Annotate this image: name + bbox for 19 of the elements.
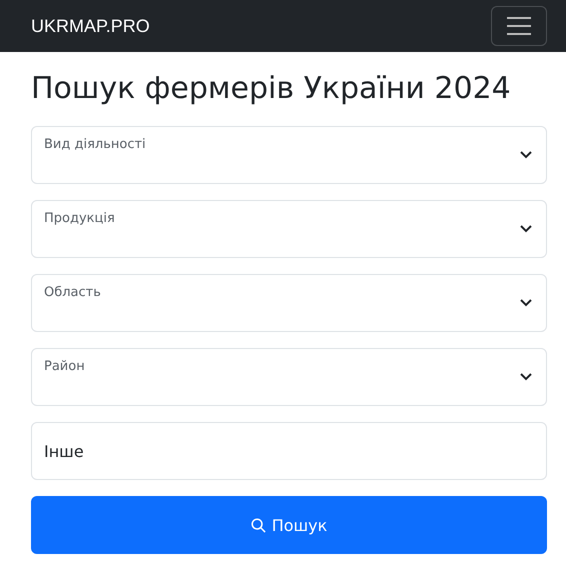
- input-field[interactable]: Інше: [31, 422, 547, 480]
- select-field[interactable]: Район: [31, 348, 547, 406]
- field-label: Продукція: [44, 211, 115, 228]
- select-field[interactable]: Вид діяльності: [31, 126, 547, 184]
- search-button[interactable]: Пошук: [31, 496, 547, 554]
- select-field[interactable]: Область: [31, 274, 547, 332]
- field-label: Область: [44, 285, 101, 302]
- chevron-down-icon: [520, 373, 532, 381]
- search-icon: [250, 518, 266, 532]
- chevron-down-icon: [520, 225, 532, 233]
- select-field[interactable]: Продукція: [31, 200, 547, 258]
- chevron-down-icon: [520, 299, 532, 307]
- field-label: Вид діяльності: [44, 137, 146, 154]
- brand-logo[interactable]: UKRMAP.PRO: [31, 16, 150, 36]
- menu-button[interactable]: [491, 6, 547, 46]
- page-title: Пошук фермерів України 2024: [31, 70, 512, 108]
- field-label: Район: [44, 359, 85, 376]
- chevron-down-icon: [520, 151, 532, 159]
- menu-icon: [506, 16, 532, 36]
